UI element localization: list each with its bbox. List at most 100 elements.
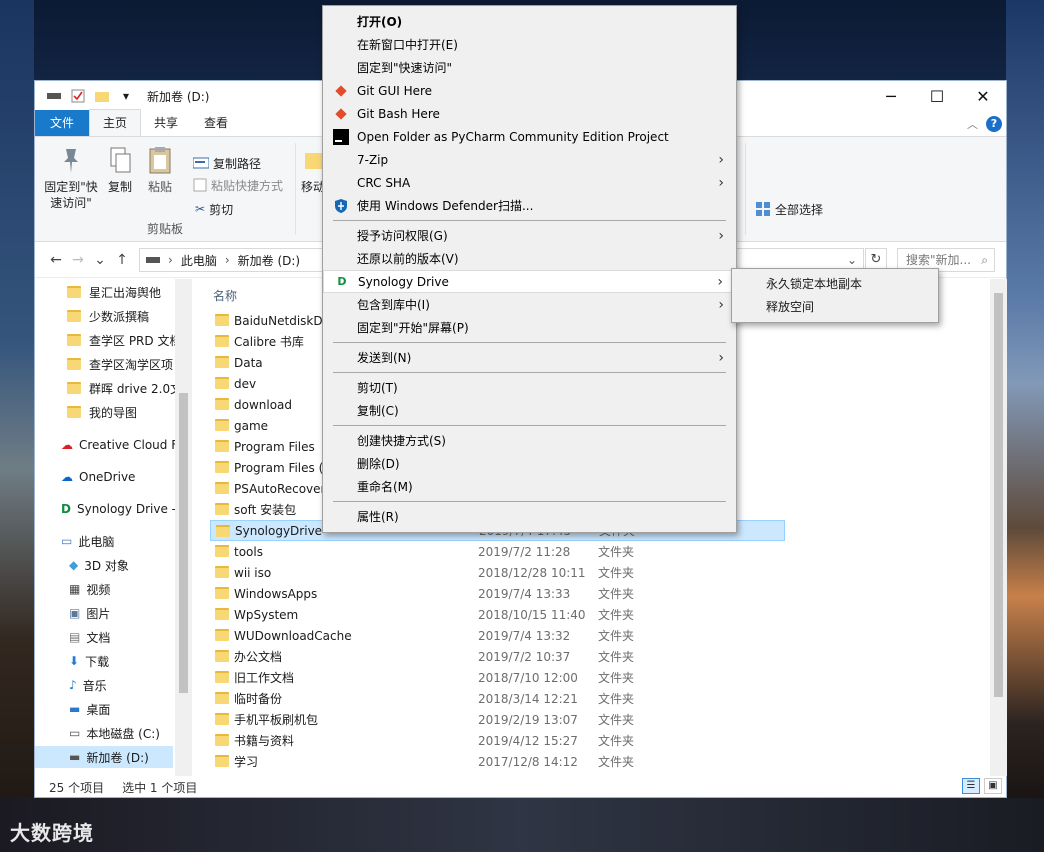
file-name: dev [234, 376, 257, 391]
paste-button[interactable]: 粘贴 [145, 145, 175, 195]
large-icons-view-icon[interactable]: ▣ [984, 778, 1002, 794]
table-row[interactable]: 学习 2017/12/8 14:12 文件夹 [210, 751, 785, 772]
nav-quick-item-label: 我的导图 [89, 405, 138, 420]
nav-downloads[interactable]: ⬇ 下载 [69, 650, 109, 672]
menu-item-restore-versions[interactable]: 还原以前的版本(V) [323, 247, 736, 270]
submenu-item-free-up-space[interactable]: 释放空间 [732, 295, 938, 318]
nav-3d-objects[interactable]: ◆ 3D 对象 [69, 554, 129, 576]
nav-creative-cloud[interactable]: ☁ Creative Cloud F [61, 434, 178, 456]
menu-item-git-gui[interactable]: Git GUI Here [323, 79, 736, 102]
table-row[interactable]: wii iso 2018/12/28 10:11 文件夹 [210, 562, 785, 583]
nav-local-disk-c[interactable]: ▭ 本地磁盘 (C:) [69, 722, 160, 744]
nav-this-pc[interactable]: ▭ 此电脑 [61, 530, 114, 552]
menu-item-rename[interactable]: 重命名(M) [323, 475, 736, 498]
nav-music[interactable]: ♪ 音乐 [69, 674, 107, 696]
table-row[interactable]: 手机平板刷机包 2019/2/19 13:07 文件夹 [210, 709, 785, 730]
menu-item-include-library[interactable]: 包含到库中(I) › [323, 293, 736, 316]
nav-quick-item[interactable]: 查学区 PRD 文档 [67, 329, 181, 351]
minimize-button[interactable]: ─ [868, 81, 914, 111]
menu-item-properties[interactable]: 属性(R) [323, 505, 736, 528]
table-row[interactable]: 书籍与资料 2019/4/12 15:27 文件夹 [210, 730, 785, 751]
menu-item-pin-start[interactable]: 固定到"开始"屏幕(P) [323, 316, 736, 339]
nav-pc-item-label: 3D 对象 [84, 558, 129, 573]
copy-button[interactable]: 复制 [105, 145, 135, 195]
properties-icon[interactable] [69, 88, 87, 104]
menu-item-copy[interactable]: 复制(C) [323, 399, 736, 422]
cut-button[interactable]: ✂ 剪切 [195, 199, 233, 219]
up-button[interactable]: ↑ [111, 252, 133, 268]
nav-quick-item[interactable]: 少数派撰稿 [67, 305, 149, 327]
tab-file[interactable]: 文件 [35, 110, 90, 136]
nav-quick-item[interactable]: 星汇出海舆他 [67, 281, 161, 303]
breadcrumb-drive[interactable]: 新加卷 (D:) [238, 252, 300, 269]
nav-synology-drive[interactable]: D Synology Drive - [61, 498, 176, 520]
menu-item-create-shortcut[interactable]: 创建快捷方式(S) [323, 429, 736, 452]
nav-desktop[interactable]: ▬ 桌面 [69, 698, 110, 720]
nav-pictures[interactable]: ▣ 图片 [69, 602, 110, 624]
menu-item-open-new-window[interactable]: 在新窗口中打开(E) [323, 33, 736, 56]
nav-scrollbar[interactable] [175, 279, 192, 776]
nav-quick-item[interactable]: 群晖 drive 2.0文 [67, 377, 182, 399]
tab-share[interactable]: 共享 [141, 110, 191, 136]
column-header-name[interactable]: 名称 [213, 287, 237, 304]
menu-item-synology-drive[interactable]: D Synology Drive › [323, 270, 736, 293]
nav-drive-d[interactable]: ▬ 新加卷 (D:) [35, 746, 173, 768]
submenu-item-pin-local-copy[interactable]: 永久锁定本地副本 [732, 272, 938, 295]
menu-item-cut[interactable]: 剪切(T) [323, 376, 736, 399]
menu-item-defender-scan[interactable]: 使用 Windows Defender扫描... [323, 194, 736, 217]
tab-home[interactable]: 主页 [89, 109, 142, 136]
table-row[interactable]: WUDownloadCache 2019/7/4 13:32 文件夹 [210, 625, 785, 646]
tab-view[interactable]: 查看 [191, 110, 241, 136]
menu-separator [333, 425, 726, 426]
maximize-button[interactable]: ☐ [914, 81, 960, 111]
nav-scrollbar-thumb[interactable] [179, 393, 188, 693]
file-type: 文件夹 [598, 713, 635, 727]
paste-shortcut-button[interactable]: 粘贴快捷方式 [193, 175, 283, 195]
menu-item-label: 打开(O) [357, 15, 403, 29]
close-button[interactable]: ✕ [960, 81, 1006, 111]
forward-button[interactable]: → [67, 252, 89, 268]
nav-quick-item[interactable]: 查学区淘学区项 [67, 353, 173, 375]
menu-item-send-to[interactable]: 发送到(N) › [323, 346, 736, 369]
qat-dropdown-icon[interactable]: ▾ [117, 88, 135, 104]
select-all-button[interactable]: 全部选择 [755, 199, 823, 219]
table-row[interactable]: tools 2019/7/2 11:28 文件夹 [210, 541, 785, 562]
recent-locations-button[interactable]: ⌄ [89, 252, 111, 268]
table-row[interactable]: 办公文档 2019/7/2 10:37 文件夹 [210, 646, 785, 667]
nav-onedrive[interactable]: ☁ OneDrive [61, 466, 135, 488]
paste-label: 粘贴 [147, 180, 172, 194]
nav-videos[interactable]: ▦ 视频 [69, 578, 110, 600]
table-row[interactable]: 旧工作文档 2018/7/10 12:00 文件夹 [210, 667, 785, 688]
download-arrow-icon: ⬇ [69, 654, 80, 668]
menu-item-git-bash[interactable]: Git Bash Here [323, 102, 736, 125]
menu-item-open[interactable]: 打开(O) [323, 10, 736, 33]
menu-item-label: 使用 Windows Defender扫描... [357, 199, 534, 213]
pin-quick-access-button[interactable]: 固定到"快 速访问" [41, 145, 101, 211]
file-list-scrollbar-thumb[interactable] [994, 293, 1003, 697]
folder-icon [215, 419, 229, 431]
menu-item-grant-access[interactable]: 授予访问权限(G) › [323, 224, 736, 247]
table-row[interactable]: 临时备份 2018/3/14 12:21 文件夹 [210, 688, 785, 709]
folder-icon [215, 671, 229, 683]
nav-documents[interactable]: ▤ 文档 [69, 626, 110, 648]
menu-item-crc-sha[interactable]: CRC SHA › [323, 171, 736, 194]
desktop-wallpaper-left [0, 0, 34, 852]
menu-item-pin-quick-access[interactable]: 固定到"快速访问" [323, 56, 736, 79]
table-row[interactable]: WindowsApps 2019/7/4 13:33 文件夹 [210, 583, 785, 604]
menu-item-7zip[interactable]: 7-Zip › [323, 148, 736, 171]
chevron-down-icon[interactable]: ⌄ [847, 253, 857, 267]
details-view-icon[interactable]: ☰ [962, 778, 980, 794]
menu-item-pycharm[interactable]: Open Folder as PyCharm Community Edition… [323, 125, 736, 148]
nav-quick-item-label: 星汇出海舆他 [89, 285, 162, 300]
help-icon[interactable]: ? [986, 116, 1002, 132]
breadcrumb-this-pc[interactable]: 此电脑 [181, 252, 217, 269]
table-row[interactable]: WpSystem 2018/10/15 11:40 文件夹 [210, 604, 785, 625]
chevron-up-icon[interactable]: ︿ [967, 116, 978, 132]
new-folder-icon[interactable] [93, 88, 111, 104]
menu-item-label: 授予访问权限(G) [357, 229, 448, 243]
menu-item-delete[interactable]: 删除(D) [323, 452, 736, 475]
nav-quick-item[interactable]: 我的导图 [67, 401, 137, 423]
file-list-scrollbar[interactable] [990, 279, 1007, 776]
copy-path-button[interactable]: 复制路径 [193, 153, 261, 173]
back-button[interactable]: ← [45, 252, 67, 268]
